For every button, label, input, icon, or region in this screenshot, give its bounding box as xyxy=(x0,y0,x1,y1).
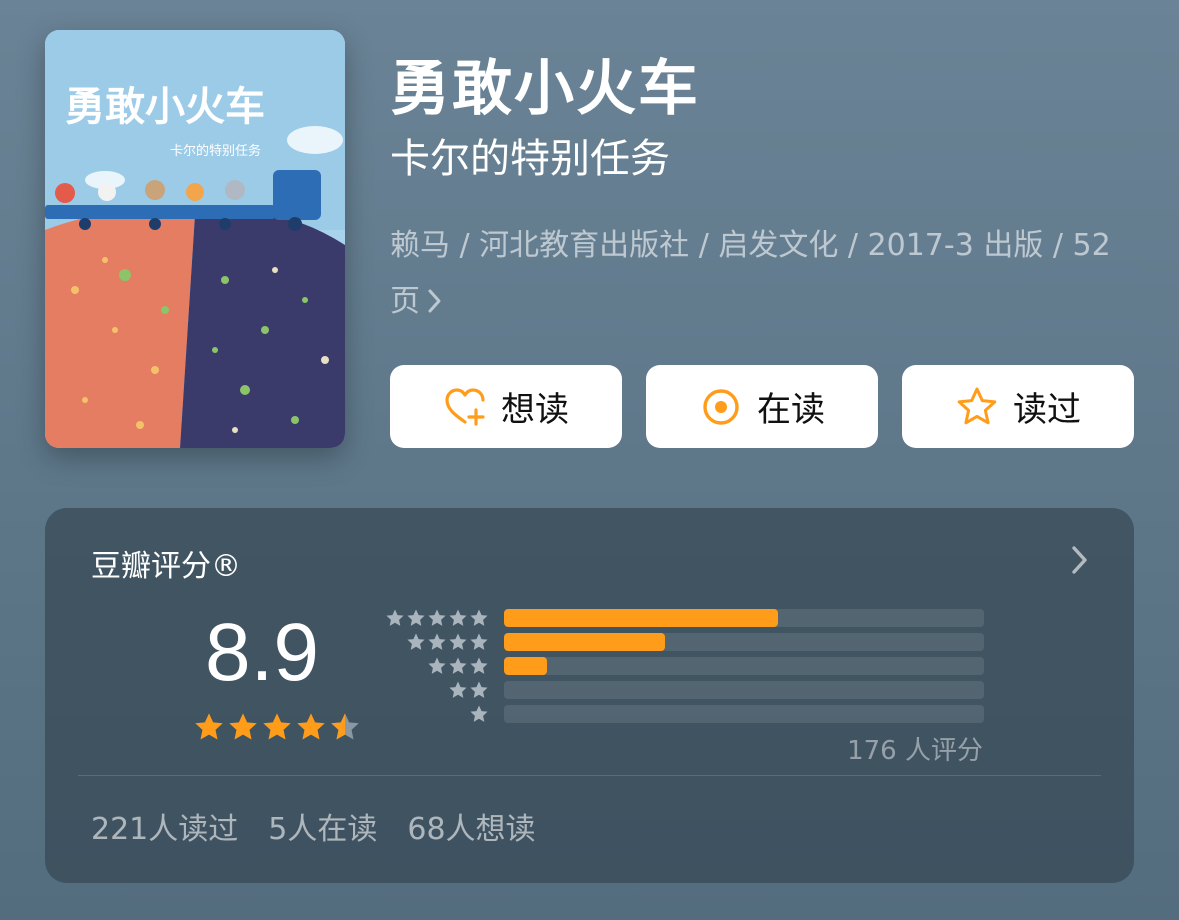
distribution-stars xyxy=(406,632,489,652)
distribution-track xyxy=(504,705,984,723)
book-title: 勇敢小火车 xyxy=(390,54,700,124)
star-icon xyxy=(470,681,488,698)
star-icon xyxy=(263,713,291,740)
book-cover[interactable]: 勇敢小火车 卡尔的特别任务 xyxy=(45,30,345,448)
distribution-bar xyxy=(504,633,665,651)
reading-label: 在读 xyxy=(757,390,825,430)
book-meta-text: 赖马 / 河北教育出版社 / 启发文化 / 2017-3 出版 / 52页 xyxy=(390,228,1111,319)
star-icon xyxy=(449,609,467,626)
star-icon xyxy=(470,657,488,674)
rating-stars xyxy=(193,711,361,743)
cover-image: 勇敢小火车 卡尔的特别任务 xyxy=(45,30,345,448)
want-to-read-button[interactable]: 想读 xyxy=(390,365,622,448)
distribution-row-1 xyxy=(383,704,984,724)
distribution-row-5 xyxy=(383,608,984,628)
star-icon xyxy=(449,681,467,698)
distribution-stars xyxy=(427,656,489,676)
distribution-stars xyxy=(448,680,489,700)
chevron-right-icon xyxy=(426,284,444,319)
distribution-track xyxy=(504,633,984,651)
divider xyxy=(78,775,1101,776)
star-icon xyxy=(428,657,446,674)
rating-count: 176 人评分 xyxy=(847,736,983,766)
have-read-button[interactable]: 读过 xyxy=(902,365,1134,448)
target-icon xyxy=(703,388,739,425)
reading-count[interactable]: 5人在读 xyxy=(268,804,377,848)
cover-title-text: 勇敢小火车 xyxy=(65,84,265,130)
distribution-row-3 xyxy=(383,656,984,676)
chevron-right-icon[interactable] xyxy=(1070,544,1090,576)
read-count[interactable]: 221人读过 xyxy=(91,804,238,848)
star-half-icon xyxy=(331,713,359,740)
have-read-label: 读过 xyxy=(1013,390,1081,430)
distribution-track xyxy=(504,681,984,699)
cover-subtitle-text: 卡尔的特别任务 xyxy=(170,143,261,159)
star-icon xyxy=(470,633,488,650)
star-icon xyxy=(470,705,488,722)
heart-plus-icon xyxy=(445,387,485,426)
distribution-stars xyxy=(469,704,489,724)
book-meta[interactable]: 赖马 / 河北教育出版社 / 启发文化 / 2017-3 出版 / 52页 xyxy=(390,218,1130,330)
distribution-bar xyxy=(504,657,548,675)
star-icon xyxy=(297,713,325,740)
want-to-read-label: 想读 xyxy=(501,390,569,430)
distribution-track xyxy=(504,609,984,627)
star-icon xyxy=(386,609,404,626)
star-icon xyxy=(428,609,446,626)
star-icon xyxy=(428,633,446,650)
distribution-track xyxy=(504,657,984,675)
star-icon xyxy=(407,633,425,650)
distribution-stars xyxy=(385,608,489,628)
book-subtitle: 卡尔的特别任务 xyxy=(390,136,670,182)
star-icon xyxy=(229,713,257,740)
star-icon xyxy=(449,657,467,674)
star-icon xyxy=(470,609,488,626)
distribution-bar xyxy=(504,609,778,627)
distribution-row-2 xyxy=(383,680,984,700)
star-outline-icon xyxy=(957,387,997,424)
distribution-row-4 xyxy=(383,632,984,652)
star-icon xyxy=(449,633,467,650)
star-icon xyxy=(195,713,223,740)
rating-panel-title: 豆瓣评分® xyxy=(91,549,241,584)
reader-stats: 221人读过 5人在读 68人想读 xyxy=(91,804,536,848)
rating-score: 8.9 xyxy=(205,607,319,698)
want-count[interactable]: 68人想读 xyxy=(407,804,535,848)
reading-button[interactable]: 在读 xyxy=(646,365,878,448)
rating-panel[interactable]: 豆瓣评分® 8.9 176 人评分 221人读过 5人在读 68人想读 xyxy=(45,508,1134,883)
star-icon xyxy=(407,609,425,626)
